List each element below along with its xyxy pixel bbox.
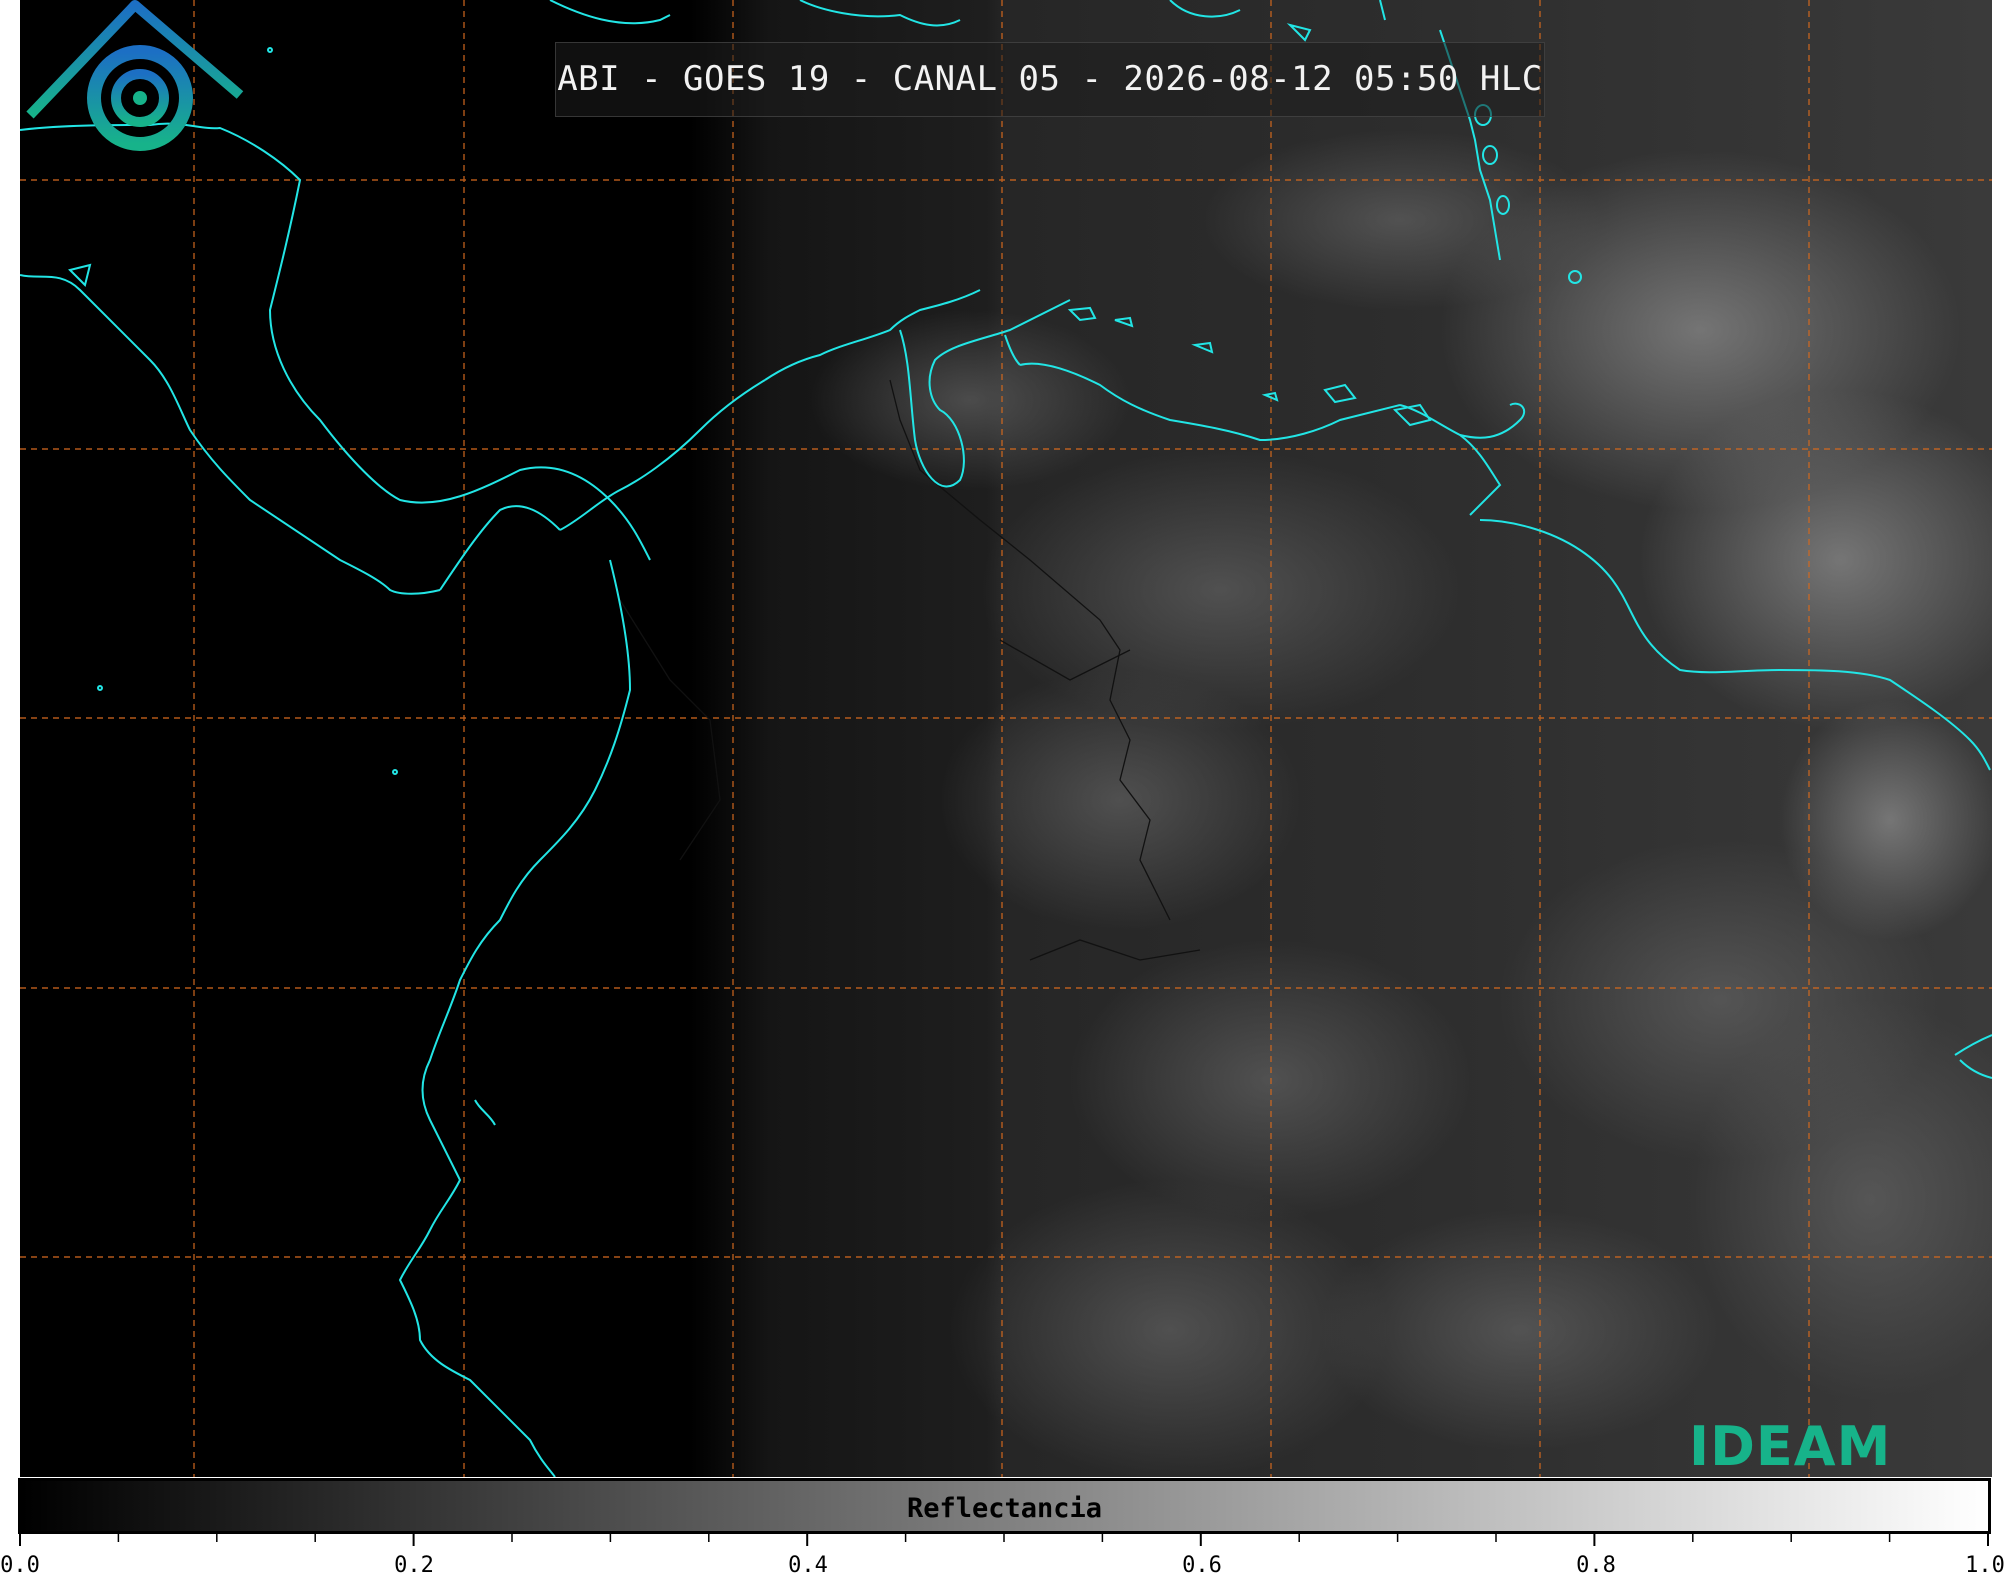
ideam-logo-icon bbox=[26, 0, 244, 151]
colorbar-label: Reflectancia bbox=[906, 1493, 1103, 1524]
satellite-map: ABI - GOES 19 - CANAL 05 - 2026-08-12 05… bbox=[20, 0, 1992, 1477]
ideam-logo-text: IDEAM bbox=[1689, 1415, 1892, 1478]
tick-label-1: 0.2 bbox=[394, 1553, 434, 1578]
map-title: ABI - GOES 19 - CANAL 05 - 2026-08-12 05… bbox=[557, 59, 1543, 99]
tick-label-4: 0.8 bbox=[1576, 1553, 1616, 1578]
colorbar-ticks bbox=[19, 1534, 1989, 1546]
tick-label-2: 0.4 bbox=[788, 1553, 828, 1578]
colorbar: Reflectancia bbox=[18, 1478, 1991, 1534]
map-canvas bbox=[20, 0, 1992, 1477]
tick-label-0: 0.0 bbox=[0, 1553, 40, 1578]
tick-label-5: 1.0 bbox=[1965, 1553, 2005, 1578]
title-box: ABI - GOES 19 - CANAL 05 - 2026-08-12 05… bbox=[555, 42, 1545, 117]
tick-label-3: 0.6 bbox=[1182, 1553, 1222, 1578]
